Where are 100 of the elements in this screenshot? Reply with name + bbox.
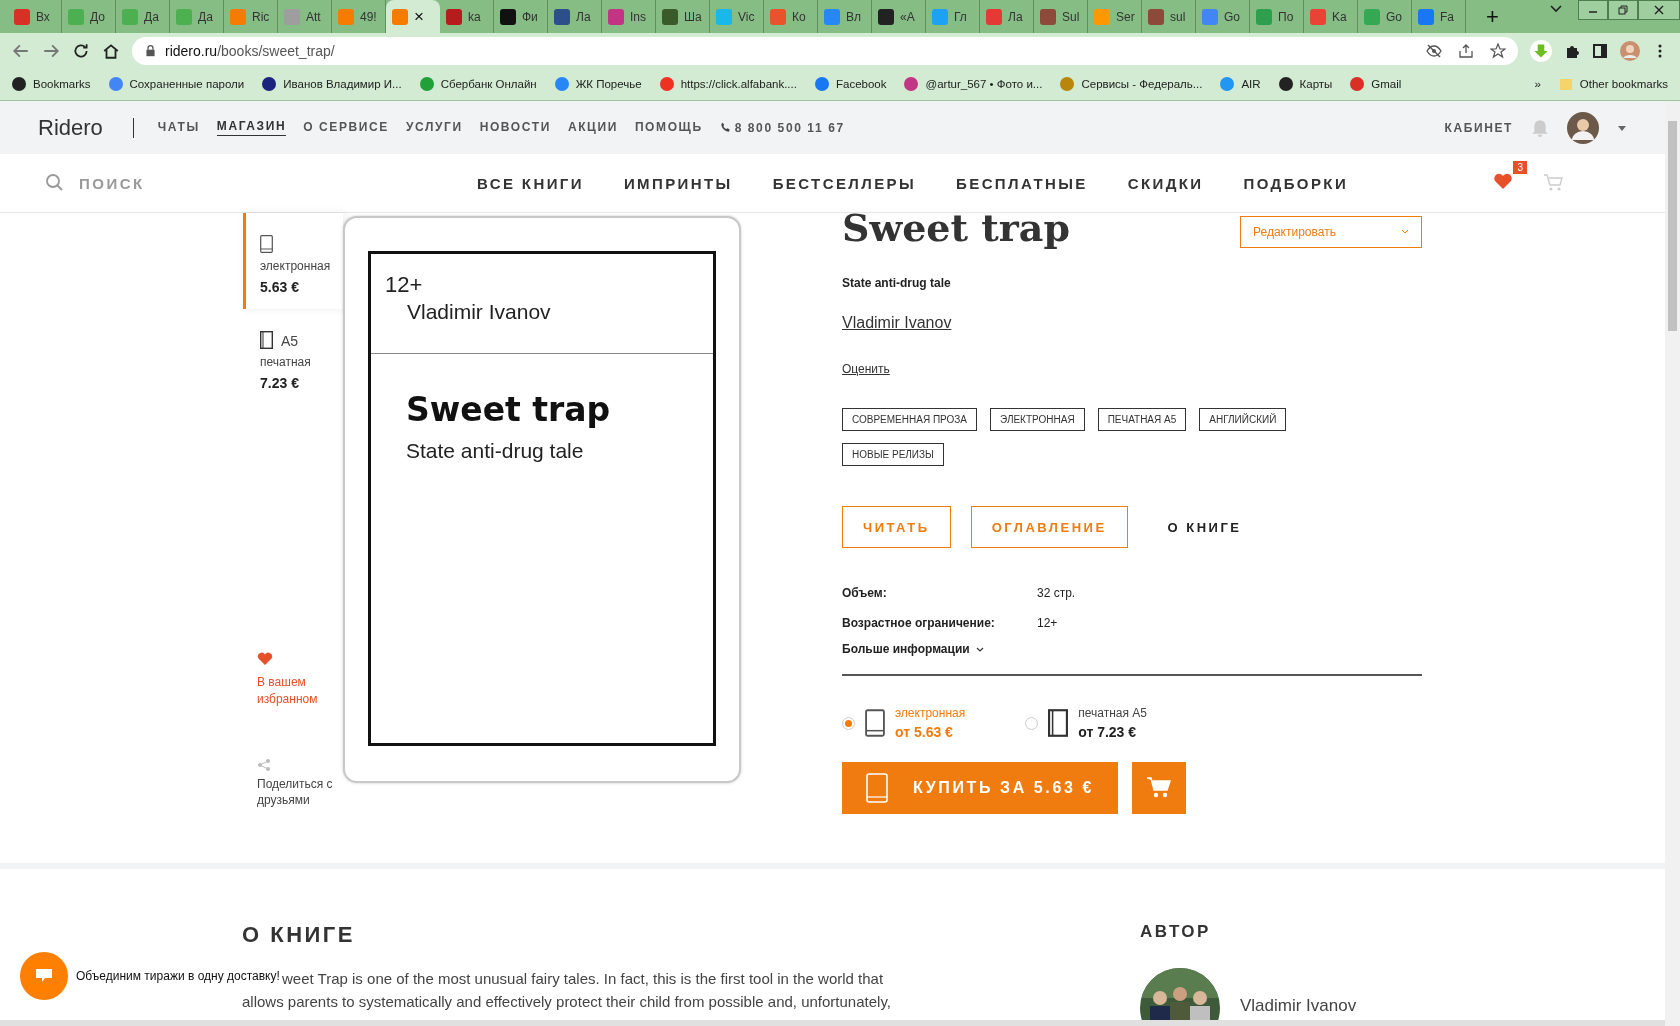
- heart-icon: [1493, 171, 1513, 191]
- tag-chip[interactable]: ЭЛЕКТРОННАЯ: [990, 408, 1085, 431]
- author-name[interactable]: Vladimir Ivanov: [1240, 996, 1357, 1016]
- cover-author: Vladimir Ivanov: [406, 300, 552, 324]
- tag-chip[interactable]: СОВРЕМЕННАЯ ПРОЗА: [842, 408, 978, 431]
- book-icon: [260, 331, 273, 349]
- download-icon: [1530, 39, 1552, 62]
- minimize-button[interactable]: [1578, 0, 1608, 20]
- close-button[interactable]: [1638, 0, 1680, 20]
- nav-link[interactable]: О СЕРВИСЕ: [303, 119, 389, 136]
- format-label: печатная: [260, 355, 312, 369]
- option-label: электронная: [895, 706, 966, 720]
- phone-icon: [719, 122, 731, 133]
- nav-link[interactable]: НОВОСТИ: [479, 119, 551, 136]
- cover-title: Sweet trap: [406, 390, 612, 429]
- other-bookmarks-folder[interactable]: Other bookmarks: [1558, 77, 1668, 91]
- category-link[interactable]: БЕСТСЕЛЛЕРЫ: [772, 174, 917, 192]
- rate-link[interactable]: Оценить: [842, 362, 890, 376]
- bookmark[interactable]: Сбербанк Онлайн: [419, 77, 537, 91]
- bookmark[interactable]: https://click.alfabank....: [659, 77, 797, 91]
- bookmark[interactable]: Gmail: [1350, 77, 1402, 91]
- restore-button[interactable]: [1608, 0, 1638, 20]
- lock-icon: [144, 44, 157, 57]
- tablet-icon: [260, 235, 273, 253]
- reload-icon: [72, 41, 90, 60]
- bookmark[interactable]: Сохраненные пароли: [108, 77, 245, 91]
- chevron-down-icon: [975, 645, 984, 653]
- avatar-icon: [1567, 111, 1599, 144]
- cover-age-rating: 12+: [385, 272, 424, 298]
- search-field[interactable]: ПОИСК: [77, 173, 201, 193]
- description-line: allows parents to systematically and effectively protect their child from possible and, unfortunately,: [242, 993, 891, 1010]
- format-size: A5: [281, 333, 299, 349]
- tag-chip[interactable]: НОВЫЕ РЕЛИЗЫ: [842, 443, 944, 466]
- tablet-icon: [865, 709, 885, 737]
- avatar-icon: [1620, 40, 1640, 61]
- tag-chip[interactable]: ПЕЧАТНАЯ А5: [1097, 408, 1187, 431]
- tablet-icon: [866, 773, 888, 803]
- cart-icon: [1146, 776, 1172, 800]
- category-link[interactable]: ПОДБОРКИ: [1243, 174, 1349, 192]
- scrollbar[interactable]: [1665, 101, 1680, 1026]
- book-icon: [1048, 709, 1069, 737]
- close-icon: [1654, 5, 1664, 15]
- heart-icon: [257, 650, 273, 666]
- restore-icon: [1618, 5, 1628, 15]
- nav-link[interactable]: АКЦИИ: [567, 119, 618, 136]
- chevron-down-icon: [1401, 229, 1409, 235]
- format-price: 5.63 €: [260, 279, 300, 295]
- folder-icon: [1558, 77, 1573, 91]
- favorites-count: 3: [1513, 161, 1527, 174]
- option-price: от 7.23 €: [1078, 724, 1138, 740]
- add-to-cart-button[interactable]: [1132, 762, 1186, 814]
- format-option[interactable]: электронная 5.63 €: [243, 213, 343, 309]
- share-link[interactable]: Поделиться с друзьями: [257, 775, 337, 810]
- category-link[interactable]: ИМПРИНТЫ: [623, 174, 733, 192]
- nav-link[interactable]: МАГАЗИН: [216, 119, 287, 136]
- share-icon: [257, 757, 271, 772]
- nav-link[interactable]: УСЛУГИ: [405, 119, 463, 136]
- cart-icon: [1543, 173, 1565, 193]
- search-icon: [45, 173, 65, 193]
- category-link[interactable]: ВСЕ КНИГИ: [477, 174, 584, 192]
- detail-value: 32 стр.: [1037, 586, 1076, 600]
- book-subtitle: State anti-drug tale: [842, 276, 952, 290]
- format-label: электронная: [260, 259, 332, 273]
- new-tab-button[interactable]: +: [1478, 0, 1507, 33]
- format-price: 7.23 €: [260, 375, 300, 391]
- more-bookmarks-button[interactable]: »: [1534, 78, 1541, 90]
- detail-value: 12+: [1037, 616, 1058, 630]
- more-info-link[interactable]: Больше информации: [842, 642, 970, 656]
- favorite-status[interactable]: В вашем избранном: [257, 674, 337, 708]
- nav-link[interactable]: ПОМОЩЬ: [634, 119, 703, 136]
- bell-icon: [1531, 118, 1549, 137]
- author-link[interactable]: Vladimir Ivanov: [842, 314, 952, 332]
- category-link[interactable]: БЕСПЛАТНЫЕ: [956, 174, 1088, 192]
- description-line: weet Trap is one of the most unusual fairy tales. In fact, this is the first tool in the world that: [282, 970, 884, 987]
- bookmark[interactable]: Bookmarks: [12, 77, 91, 91]
- logo[interactable]: Ridero: [38, 114, 103, 141]
- cover-subtitle: State anti-drug tale: [406, 439, 585, 463]
- format-option[interactable]: A5 печатная 7.23 €: [243, 309, 343, 405]
- chat-banner: Объединим тиражи в одну доставку!: [76, 967, 280, 985]
- bookmark[interactable]: ЖК Поречье: [554, 77, 642, 91]
- bookmark[interactable]: AIR: [1220, 77, 1261, 91]
- chat-button[interactable]: [20, 952, 68, 1000]
- cabinet-link[interactable]: КАБИНЕТ: [1444, 120, 1513, 135]
- address-bar[interactable]: ridero.ru/books/sweet_trap/: [132, 36, 1518, 65]
- phone-number: 8 800 500 11 67: [734, 120, 845, 135]
- option-price: от 5.63 €: [895, 724, 954, 740]
- bookmark[interactable]: @artur_567 • Фото и...: [904, 77, 1043, 91]
- tag-chip[interactable]: АНГЛИЙСКИЙ: [1199, 408, 1287, 431]
- bookmark[interactable]: Facebook: [814, 77, 887, 91]
- bookmark[interactable]: Сервисы - Федераль...: [1060, 77, 1203, 91]
- option-label: печатная А5: [1078, 706, 1147, 720]
- browser-tab[interactable]: ×: [386, 0, 440, 33]
- nav-link[interactable]: ЧАТЫ: [157, 119, 200, 136]
- book-title: Sweet trap: [842, 205, 1071, 250]
- detail-label: Возрастное ограничение:: [842, 616, 996, 630]
- sidebar-icon: [1592, 42, 1608, 59]
- bookmark[interactable]: Карты: [1278, 77, 1333, 91]
- category-link[interactable]: СКИДКИ: [1127, 174, 1204, 192]
- bookmark[interactable]: Иванов Владимир И...: [262, 77, 402, 91]
- section-heading: АВТОР: [1140, 922, 1212, 942]
